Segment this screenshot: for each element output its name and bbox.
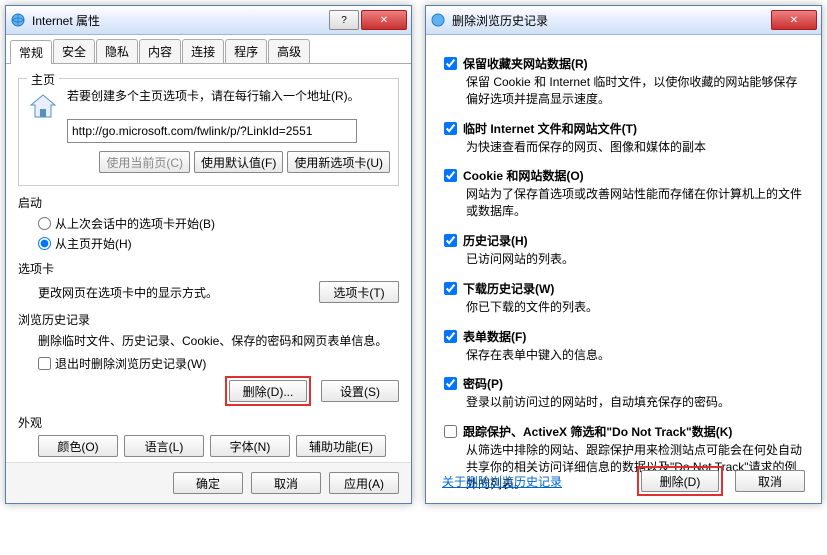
tab-privacy[interactable]: 隐私 <box>96 39 138 63</box>
appearance-section: 外观 颜色(O) 语言(L) 字体(N) 辅助功能(E) <box>18 414 399 457</box>
startup-last-label: 从上次会话中的选项卡开始(B) <box>55 215 215 232</box>
internet-options-icon <box>10 12 26 28</box>
startup-label: 启动 <box>18 194 399 211</box>
cancel-button[interactable]: 取消 <box>251 472 321 494</box>
history-option-0: 保留收藏夹网站数据(R) 保留 Cookie 和 Internet 临时文件，以使… <box>444 55 803 108</box>
close-button[interactable]: ✕ <box>771 10 817 30</box>
tab-connections[interactable]: 连接 <box>182 39 224 63</box>
cancel-button[interactable]: 取消 <box>735 470 805 492</box>
tab-content[interactable]: 内容 <box>139 39 181 63</box>
delete-button[interactable]: 删除(D) <box>641 470 719 492</box>
language-button[interactable]: 语言(L) <box>124 435 204 457</box>
history-option-5: 表单数据(F) 保存在表单中键入的信息。 <box>444 328 803 364</box>
delete-on-exit-checkbox[interactable] <box>38 357 51 370</box>
startup-section: 启动 从上次会话中的选项卡开始(B) 从主页开始(H) <box>18 194 399 252</box>
homepage-group-title: 主页 <box>27 71 59 88</box>
about-delete-link[interactable]: 关于删除浏览历史记录 <box>442 473 562 490</box>
history-option-3: 历史记录(H) 已访问网站的列表。 <box>444 232 803 268</box>
history-option-checkbox[interactable] <box>444 330 457 343</box>
dialog-bottom-bar: 确定 取消 应用(A) <box>6 462 411 503</box>
history-option-checkbox[interactable] <box>444 122 457 135</box>
appearance-label: 外观 <box>18 414 399 431</box>
history-option-checkbox[interactable] <box>444 234 457 247</box>
use-current-button[interactable]: 使用当前页(C) <box>99 151 190 173</box>
history-option-desc: 为快速查看而保存的网页、图像和媒体的副本 <box>466 139 803 156</box>
history-option-checkbox[interactable] <box>444 425 457 438</box>
titlebar: Internet 属性 ? ✕ <box>6 6 411 35</box>
colors-button[interactable]: 颜色(O) <box>38 435 118 457</box>
delete-history-dialog: 删除浏览历史记录 ✕ 保留收藏夹网站数据(R) 保留 Cookie 和 Inter… <box>425 5 822 504</box>
dialog-title: 删除浏览历史记录 <box>452 12 771 29</box>
homepage-group: 主页 若要创建多个主页选项卡，请在每行输入一个地址(R)。 使用当前页(C) 使… <box>18 78 399 186</box>
history-option-2: Cookie 和网站数据(O) 网站为了保存首选项或改善网站性能而存储在你计算机上… <box>444 167 803 220</box>
tabs-section-label: 选项卡 <box>18 260 399 277</box>
history-option-label: 密码(P) <box>463 375 503 392</box>
delete-button-highlight: 删除(D) <box>637 466 723 496</box>
delete-on-exit-label: 退出时删除浏览历史记录(W) <box>55 355 206 372</box>
history-option-checkbox[interactable] <box>444 169 457 182</box>
homepage-hint: 若要创建多个主页选项卡，请在每行输入一个地址(R)。 <box>27 87 390 104</box>
history-option-4: 下载历史记录(W) 你已下载的文件的列表。 <box>444 280 803 316</box>
accessibility-button[interactable]: 辅助功能(E) <box>296 435 386 457</box>
tab-advanced[interactable]: 高级 <box>268 39 310 63</box>
dialog-title: Internet 属性 <box>32 12 329 29</box>
use-newtab-button[interactable]: 使用新选项卡(U) <box>287 151 390 173</box>
history-option-label: Cookie 和网站数据(O) <box>463 167 584 184</box>
history-option-label: 临时 Internet 文件和网站文件(T) <box>463 120 637 137</box>
history-option-desc: 你已下载的文件的列表。 <box>466 299 803 316</box>
tabs-desc: 更改网页在选项卡中的显示方式。 <box>38 284 218 301</box>
tab-general[interactable]: 常规 <box>10 40 52 64</box>
delete-button-highlight: 删除(D)... <box>225 376 311 406</box>
titlebar: 删除浏览历史记录 ✕ <box>426 6 821 35</box>
history-option-label: 保留收藏夹网站数据(R) <box>463 55 588 72</box>
homepage-url-input[interactable] <box>67 119 357 143</box>
use-default-button[interactable]: 使用默认值(F) <box>194 151 283 173</box>
dialog-bottom-bar: 关于删除浏览历史记录 删除(D) 取消 <box>426 459 821 503</box>
history-section-label: 浏览历史记录 <box>18 311 399 328</box>
startup-home-radio[interactable] <box>38 237 51 250</box>
tabs-button[interactable]: 选项卡(T) <box>319 281 399 303</box>
tab-security[interactable]: 安全 <box>53 39 95 63</box>
delete-history-icon <box>430 12 446 28</box>
history-option-checkbox[interactable] <box>444 377 457 390</box>
history-option-desc: 保留 Cookie 和 Internet 临时文件，以使你收藏的网站能够保存偏好… <box>466 74 803 108</box>
fonts-button[interactable]: 字体(N) <box>210 435 290 457</box>
history-option-desc: 登录以前访问过的网站时，自动填充保存的密码。 <box>466 394 803 411</box>
tab-programs[interactable]: 程序 <box>225 39 267 63</box>
history-option-1: 临时 Internet 文件和网站文件(T) 为快速查看而保存的网页、图像和媒体的… <box>444 120 803 156</box>
delete-history-button[interactable]: 删除(D)... <box>229 380 307 402</box>
history-option-checkbox[interactable] <box>444 282 457 295</box>
home-icon <box>27 91 59 119</box>
history-option-label: 跟踪保护、ActiveX 筛选和"Do Not Track"数据(K) <box>463 423 732 440</box>
history-option-desc: 保存在表单中键入的信息。 <box>466 347 803 364</box>
close-button[interactable]: ✕ <box>361 10 407 30</box>
startup-home-label: 从主页开始(H) <box>55 235 132 252</box>
tab-strip: 常规 安全 隐私 内容 连接 程序 高级 <box>6 39 411 64</box>
history-desc: 删除临时文件、历史记录、Cookie、保存的密码和网页表单信息。 <box>38 332 399 349</box>
history-option-label: 历史记录(H) <box>463 232 528 249</box>
history-option-checkbox[interactable] <box>444 57 457 70</box>
internet-properties-dialog: Internet 属性 ? ✕ 常规 安全 隐私 内容 连接 程序 高级 主页 … <box>5 5 412 504</box>
apply-button[interactable]: 应用(A) <box>329 472 399 494</box>
history-option-label: 下载历史记录(W) <box>463 280 554 297</box>
history-option-label: 表单数据(F) <box>463 328 526 345</box>
help-button[interactable]: ? <box>329 10 359 30</box>
history-settings-button[interactable]: 设置(S) <box>321 380 399 402</box>
history-option-desc: 网站为了保存首选项或改善网站性能而存储在你计算机上的文件或数据库。 <box>466 186 803 220</box>
history-option-6: 密码(P) 登录以前访问过的网站时，自动填充保存的密码。 <box>444 375 803 411</box>
history-option-desc: 已访问网站的列表。 <box>466 251 803 268</box>
startup-last-radio[interactable] <box>38 217 51 230</box>
tabs-section: 选项卡 更改网页在选项卡中的显示方式。 选项卡(T) <box>18 260 399 303</box>
ok-button[interactable]: 确定 <box>173 472 243 494</box>
history-section: 浏览历史记录 删除临时文件、历史记录、Cookie、保存的密码和网页表单信息。 … <box>18 311 399 406</box>
